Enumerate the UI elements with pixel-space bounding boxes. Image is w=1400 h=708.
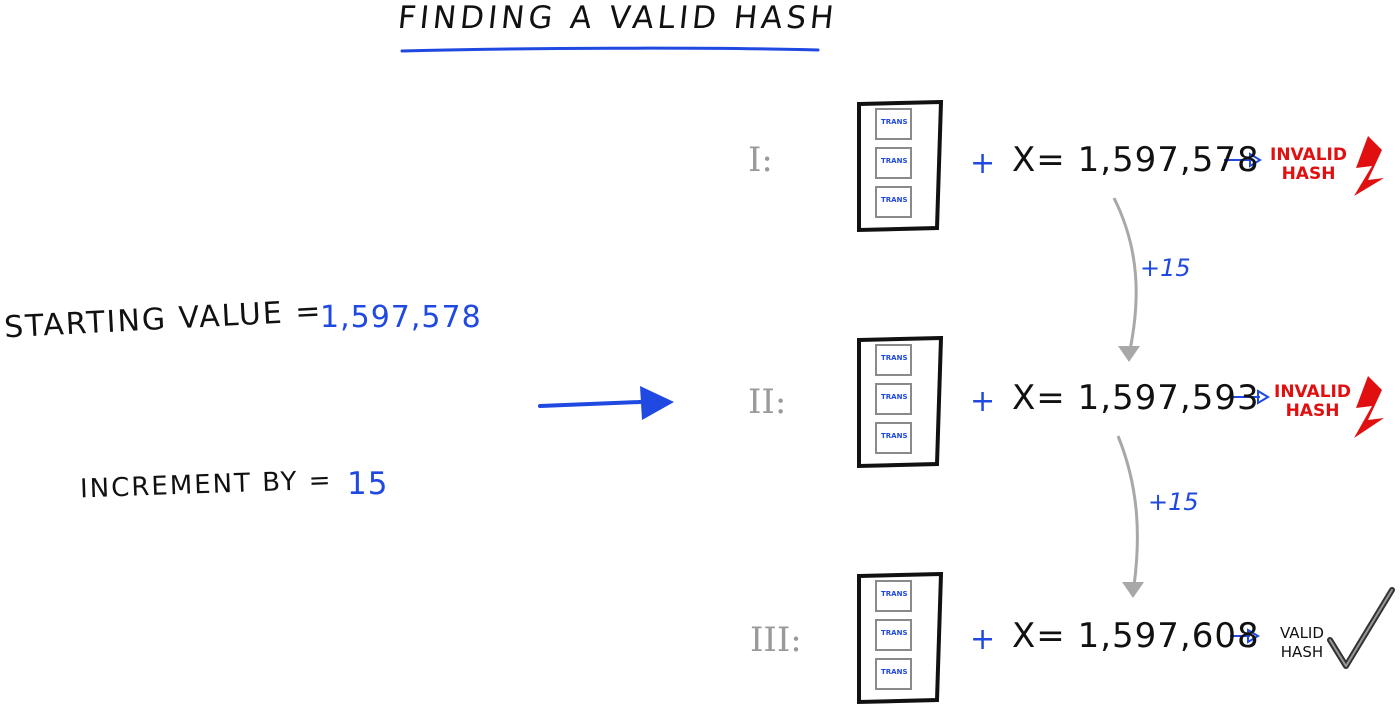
- transaction-box: TRANS: [875, 383, 912, 415]
- increment-arrow-2-head: [1122, 582, 1144, 598]
- row-3-nonce: X= 1,597,608: [1012, 616, 1260, 656]
- row-1-nonce: X= 1,597,578: [1012, 140, 1260, 180]
- main-arrow-head: [640, 386, 674, 420]
- row-1-status: INVALID HASH: [1270, 145, 1347, 184]
- row-2-roman: II:: [748, 382, 787, 422]
- transaction-box: TRANS: [875, 344, 912, 376]
- main-arrow-shaft: [538, 400, 642, 408]
- row-2-status: INVALID HASH: [1274, 382, 1351, 421]
- transaction-box: TRANS: [875, 580, 912, 612]
- row-1-plus: +: [970, 146, 996, 181]
- row-3-roman: III:: [750, 620, 802, 660]
- connector-layer: [538, 136, 1395, 669]
- transaction-box: TRANS: [875, 422, 912, 454]
- transaction-box: TRANS: [875, 658, 912, 690]
- block-2: TRANS TRANS TRANS: [857, 336, 944, 469]
- row-3-status: VALID HASH: [1280, 624, 1324, 661]
- row-2-nonce: X= 1,597,593: [1012, 378, 1260, 418]
- increment-arrow-1: [1112, 197, 1138, 351]
- row-3-plus: +: [970, 622, 996, 657]
- transaction-box: TRANS: [875, 108, 912, 140]
- transaction-box: TRANS: [875, 186, 912, 218]
- increment-label-1: +15: [1140, 254, 1191, 282]
- increment-arrow-1-head: [1118, 346, 1140, 362]
- block-3: TRANS TRANS TRANS: [857, 572, 944, 705]
- lightning-icon-1: [1354, 136, 1384, 196]
- lightning-icon-2: [1354, 376, 1384, 438]
- increment-arrow-2: [1116, 435, 1139, 587]
- transaction-box: TRANS: [875, 147, 912, 179]
- row-2-plus: +: [970, 384, 996, 419]
- row-1-roman: I:: [748, 140, 773, 180]
- increment-label-2: +15: [1148, 488, 1199, 516]
- transaction-box: TRANS: [875, 619, 912, 651]
- block-1: TRANS TRANS TRANS: [857, 100, 944, 233]
